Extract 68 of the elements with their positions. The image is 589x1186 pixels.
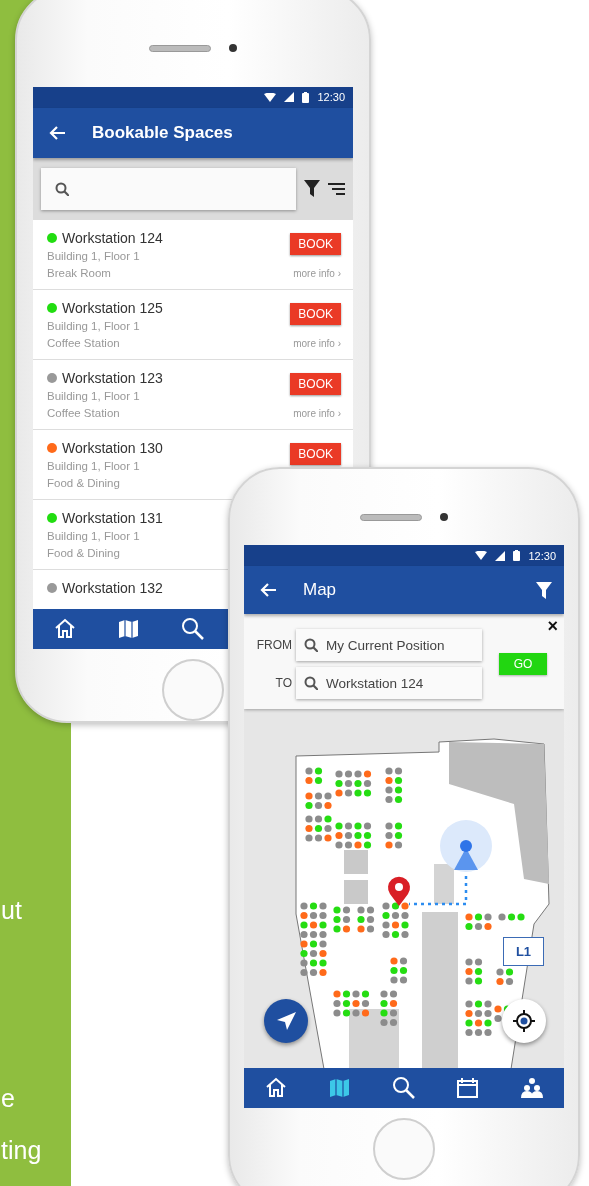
more-info-link[interactable]: more info ›	[293, 337, 341, 349]
more-info-link[interactable]: more info ›	[293, 407, 341, 419]
space-location: Building 1, Floor 1	[47, 528, 141, 544]
space-location: Building 1, Floor 1	[47, 388, 141, 404]
space-area: Coffee Station	[47, 404, 291, 422]
search-icon[interactable]	[392, 1076, 416, 1100]
filter-icon[interactable]	[536, 581, 552, 599]
to-field[interactable]: Workstation 124	[296, 667, 482, 699]
wifi-icon	[264, 92, 277, 102]
search-icon	[304, 676, 318, 690]
space-location: Building 1, Floor 1	[47, 318, 141, 334]
space-area: Food & Dining	[47, 544, 341, 562]
status-time: 12:30	[528, 549, 556, 562]
signal-icon	[284, 92, 295, 103]
text-fragment: e	[1, 1083, 15, 1114]
battery-icon	[302, 91, 310, 103]
location-beacon-icon	[440, 820, 492, 872]
floor-level-button[interactable]: L1	[503, 937, 544, 966]
book-button[interactable]: BOOK	[290, 302, 341, 325]
people-icon[interactable]	[520, 1076, 544, 1100]
space-name: Workstation 125	[62, 299, 163, 316]
speaker-slot	[360, 513, 422, 521]
speaker-slot	[149, 44, 211, 52]
map-icon[interactable]	[328, 1076, 352, 1100]
book-button[interactable]: BOOK	[290, 442, 341, 465]
space-area: Food & Dining	[47, 474, 291, 492]
route-line	[409, 876, 468, 906]
space-location: Building 1, Floor 1	[47, 458, 141, 474]
from-field[interactable]: My Current Position	[296, 629, 482, 661]
home-icon[interactable]	[264, 1076, 288, 1100]
navigation-arrow-icon	[276, 1011, 296, 1031]
search-icon	[55, 181, 69, 196]
space-location: Building 1, Floor 1	[47, 248, 141, 264]
calendar-icon[interactable]	[456, 1076, 480, 1100]
space-area: Break Room	[47, 264, 291, 282]
filter-icon[interactable]	[304, 180, 320, 198]
space-name: Workstation 123	[62, 369, 163, 386]
navigate-button[interactable]	[264, 999, 308, 1043]
search-icon[interactable]	[181, 617, 205, 642]
space-name: Workstation 124	[62, 229, 163, 246]
battery-icon	[513, 550, 521, 561]
crosshair-icon	[513, 1010, 535, 1032]
book-button[interactable]: BOOK	[290, 232, 341, 255]
search-icon	[304, 638, 318, 652]
locate-button[interactable]	[502, 999, 546, 1043]
space-name: Workstation 131	[62, 509, 163, 526]
space-area: Coffee Station	[47, 334, 291, 352]
back-icon[interactable]	[260, 582, 277, 598]
wifi-icon	[475, 551, 488, 560]
camera-dot	[229, 44, 237, 53]
search-field[interactable]	[41, 167, 296, 210]
more-info-link[interactable]: more info ›	[293, 267, 341, 279]
close-button[interactable]: ×	[547, 616, 558, 636]
to-label: TO	[275, 676, 292, 690]
back-icon[interactable]	[49, 124, 66, 141]
from-label: FROM	[256, 638, 292, 652]
app-bar-title: Bookable Spaces	[92, 122, 234, 143]
book-button[interactable]: BOOK	[290, 372, 341, 395]
app-bar-title: Map	[303, 580, 338, 600]
text-fragment: ting	[1, 1135, 42, 1166]
map-pin-icon[interactable]	[388, 876, 410, 906]
text-fragment: ut	[1, 895, 22, 926]
signal-icon	[495, 550, 506, 561]
space-name: Workstation 130	[62, 439, 163, 456]
sort-icon[interactable]	[328, 182, 345, 195]
space-name: Workstation 132	[62, 579, 163, 596]
camera-dot	[440, 513, 448, 521]
status-time: 12:30	[317, 91, 345, 104]
